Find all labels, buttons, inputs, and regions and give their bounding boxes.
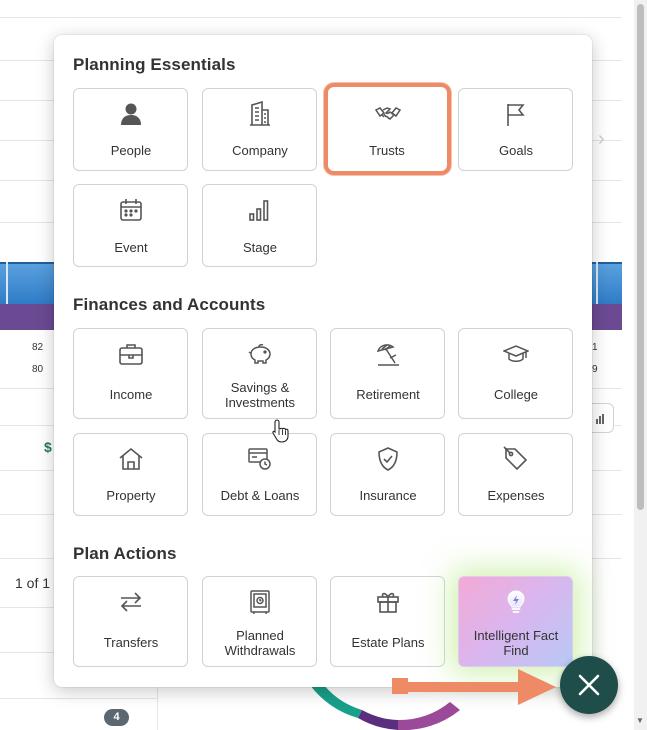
tile-label: Intelligent Fact Find xyxy=(473,628,559,658)
bg-value: 80 xyxy=(32,364,44,375)
bg-value: 1 xyxy=(592,342,598,353)
tile-label: Debt & Loans xyxy=(220,488,300,503)
tile-event[interactable]: Event xyxy=(73,184,188,267)
calendar-icon xyxy=(119,199,142,221)
tile-label: Event xyxy=(114,240,148,255)
bg-count-badge: 4 xyxy=(104,709,129,726)
tile-label: Income xyxy=(109,387,153,402)
tile-expenses[interactable]: Expenses xyxy=(458,433,573,516)
bg-row-divider xyxy=(0,17,622,18)
tile-intelligent-fact-find[interactable]: Intelligent Fact Find xyxy=(458,576,573,667)
bg-value: 9 xyxy=(592,364,598,375)
tile-label: Planned Withdrawals xyxy=(224,628,296,658)
tag-icon xyxy=(502,446,527,471)
tile-company[interactable]: Company xyxy=(202,88,317,171)
tile-label: People xyxy=(110,143,152,158)
bg-chevron-right-icon[interactable]: › xyxy=(598,128,605,151)
tile-label: Retirement xyxy=(356,387,420,402)
tile-label: Insurance xyxy=(359,488,417,503)
scroll-down-icon[interactable]: ▼ xyxy=(636,716,644,725)
tile-label: Property xyxy=(106,488,156,503)
tile-transfers[interactable]: Transfers xyxy=(73,576,188,667)
tile-label: Trusts xyxy=(369,143,405,158)
debt-icon xyxy=(247,448,271,470)
graduation-cap-icon xyxy=(502,345,529,362)
bg-band-divider xyxy=(596,262,598,304)
tile-college[interactable]: College xyxy=(458,328,573,419)
tile-retirement[interactable]: Retirement xyxy=(330,328,445,419)
tile-label: College xyxy=(493,387,539,402)
beach-umbrella-icon xyxy=(376,344,399,366)
piggy-bank-icon xyxy=(247,343,271,364)
tile-trusts[interactable]: Trusts xyxy=(324,83,451,175)
gift-icon xyxy=(376,592,399,613)
tile-planned-withdrawals[interactable]: Planned Withdrawals xyxy=(202,576,317,667)
tile-label: Expenses xyxy=(487,488,545,503)
safe-icon xyxy=(249,590,270,614)
section-title-planning-essentials: Planning Essentials xyxy=(73,55,236,74)
bg-value: 82 xyxy=(32,342,44,353)
tile-stage[interactable]: Stage xyxy=(202,184,317,267)
close-menu-button[interactable] xyxy=(560,656,618,714)
tile-savings-investments[interactable]: Savings & Investments xyxy=(202,328,317,419)
section-title-plan-actions: Plan Actions xyxy=(73,544,177,563)
transfer-arrows-icon xyxy=(120,592,141,612)
tile-label: Savings & Investments xyxy=(224,380,296,410)
building-icon xyxy=(249,101,270,126)
tile-estate-plans[interactable]: Estate Plans xyxy=(330,576,445,667)
tile-label: Estate Plans xyxy=(351,635,425,650)
lightbulb-icon xyxy=(506,590,525,613)
bar-chart-icon xyxy=(248,200,268,221)
scrollbar-thumb[interactable] xyxy=(637,4,644,510)
shield-check-icon xyxy=(377,447,398,471)
tile-debt-loans[interactable]: Debt & Loans xyxy=(202,433,317,516)
flag-icon xyxy=(506,104,525,126)
tile-insurance[interactable]: Insurance xyxy=(330,433,445,516)
tile-label: Transfers xyxy=(103,635,159,650)
briefcase-icon xyxy=(118,344,143,365)
annotation-arrow-icon xyxy=(392,669,556,705)
bg-band-divider xyxy=(6,262,8,304)
hand-pointer-cursor-icon xyxy=(272,419,289,443)
bg-currency: $ xyxy=(44,439,52,455)
tile-label: Stage xyxy=(243,240,277,255)
person-icon xyxy=(120,103,141,125)
tile-label: Company xyxy=(232,143,288,158)
section-title-finances-and-accounts: Finances and Accounts xyxy=(73,295,266,314)
add-item-popover: Planning Essentials People Company Trust… xyxy=(54,35,592,687)
tile-label: Goals xyxy=(499,143,533,158)
close-icon xyxy=(578,674,600,696)
tile-people[interactable]: People xyxy=(73,88,188,171)
handshake-icon xyxy=(374,107,401,120)
tile-income[interactable]: Income xyxy=(73,328,188,419)
tile-property[interactable]: Property xyxy=(73,433,188,516)
tile-goals[interactable]: Goals xyxy=(458,88,573,171)
bg-row-divider xyxy=(0,698,157,699)
house-icon xyxy=(118,447,143,470)
bg-pagination: 1 of 1 xyxy=(15,575,51,591)
